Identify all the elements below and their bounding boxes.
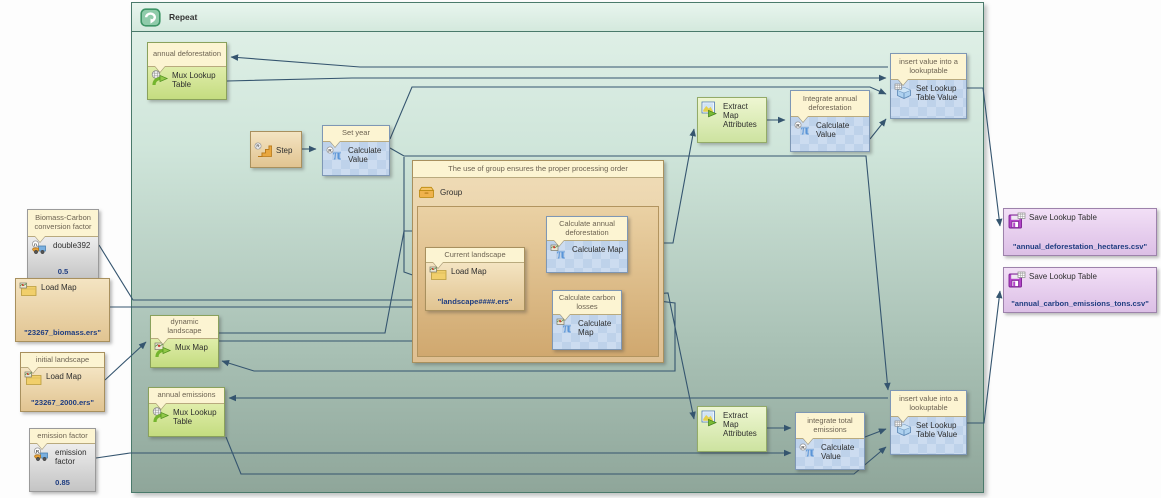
node-label: Calculate Value xyxy=(821,442,862,461)
dynamic-landscape-node[interactable]: dynamic landscape Mux Map xyxy=(150,315,219,368)
node-label: Step xyxy=(276,145,292,155)
set-lookup-table-value-icon xyxy=(894,83,913,100)
number-r-icon: R xyxy=(33,447,52,463)
set-year-node[interactable]: Set yearπRCalculate Value xyxy=(322,125,390,176)
node-header: annual deforestation xyxy=(148,43,226,67)
node-label: Extract Map Attributes xyxy=(723,410,764,439)
calculate-value-icon: πR xyxy=(326,145,345,162)
node-label: double392 xyxy=(53,240,90,250)
node-label: Mux Lookup Table xyxy=(172,70,224,89)
diagram-canvas: Repeat annual deforestation Mux Lookup Ta… xyxy=(0,0,1161,498)
current-landscape-node[interactable]: Current landscape Load Map "landscape####.… xyxy=(425,247,525,311)
number-n-icon: n xyxy=(31,240,50,256)
insert-value-lookuptable-bottom-node[interactable]: insert value into a lookuptable Set Looku… xyxy=(890,390,967,455)
node-label: Mux Lookup Table xyxy=(173,407,222,426)
node-header: dynamic landscape xyxy=(151,316,218,339)
step-icon: R xyxy=(254,142,273,158)
repeat-icon xyxy=(140,8,161,27)
node-label: emission factor xyxy=(55,447,93,466)
node-header: annual emissions xyxy=(149,388,224,404)
node-header: The use of group ensures the proper proc… xyxy=(413,161,663,178)
calculate-carbon-losses-node[interactable]: Calculate carbon losses πCalculate Map xyxy=(552,290,622,350)
node-header: Biomass-Carbon conversion factor xyxy=(28,210,98,237)
node-label: Set Lookup Table Value xyxy=(916,83,964,102)
node-header: emission factor xyxy=(30,429,95,444)
node-header: Set year xyxy=(323,126,389,142)
node-value: 0.85 xyxy=(30,478,95,487)
node-label: Calculate Map xyxy=(578,318,619,337)
node-label: Calculate Value xyxy=(348,145,387,164)
integrate-annual-deforestation-node[interactable]: Integrate annual deforestationπRCalculat… xyxy=(790,90,870,152)
node-label: Load Map xyxy=(46,371,82,381)
annual-deforestation-mux-node[interactable]: annual deforestation Mux Lookup Table xyxy=(147,42,227,100)
node-header: Integrate annual deforestation xyxy=(791,91,869,117)
extract-map-attributes-icon xyxy=(701,101,720,118)
node-value: "23267_biomass.ers" xyxy=(16,328,109,337)
node-label: Load Map xyxy=(451,266,487,276)
save-lookup-table-emissions-node[interactable]: Save Lookup Table "annual_carbon_emission… xyxy=(1003,267,1157,313)
node-header: Current landscape xyxy=(426,248,524,263)
node-value: "annual_carbon_emissions_tons.csv" xyxy=(1004,299,1156,308)
emission-factor-node[interactable]: emission factor Remission factor 0.85 xyxy=(29,428,96,492)
group-icon xyxy=(417,185,436,200)
node-label: Group xyxy=(440,187,462,197)
biomass-carbon-conversion-factor-node[interactable]: Biomass-Carbon conversion factor n double3… xyxy=(27,209,99,281)
repeat-container-header: Repeat xyxy=(132,3,983,32)
node-value: "annual_deforestation_hectares.csv" xyxy=(1004,242,1156,251)
load-map-icon xyxy=(24,371,43,386)
svg-text:π: π xyxy=(806,445,815,460)
svg-text:R: R xyxy=(796,123,800,129)
node-label: Save Lookup Table xyxy=(1029,212,1097,222)
mux-map-icon xyxy=(154,342,172,359)
save-lookup-table-icon xyxy=(1007,271,1026,288)
node-label: Save Lookup Table xyxy=(1029,271,1097,281)
node-label: Extract Map Attributes xyxy=(723,101,764,130)
extract-map-attributes-icon xyxy=(701,410,720,427)
calculate-map-icon: π xyxy=(556,318,575,335)
set-lookup-table-value-icon xyxy=(894,420,913,437)
svg-text:R: R xyxy=(36,449,40,455)
save-lookup-table-icon xyxy=(1007,212,1026,229)
repeat-label: Repeat xyxy=(169,12,197,22)
node-label: Calculate Map xyxy=(572,244,623,254)
calculate-value-icon: πR xyxy=(794,120,813,137)
node-header: initial landscape xyxy=(21,353,104,368)
initial-landscape-node[interactable]: initial landscape Load Map "23267_2000.ers… xyxy=(20,352,105,412)
mux-lookup-table-icon xyxy=(151,70,169,87)
integrate-total-emissions-node[interactable]: integrate total emissionsπRCalculate Val… xyxy=(795,412,865,470)
node-value: 0.5 xyxy=(28,267,98,276)
annual-emissions-node[interactable]: annual emissions Mux Lookup Table xyxy=(148,387,225,437)
load-map-icon xyxy=(19,282,38,297)
calculate-annual-deforestation-node[interactable]: Calculate annual deforestation πCalculate… xyxy=(546,216,628,273)
node-header: insert value into a lookuptable xyxy=(891,54,966,80)
node-header: Calculate carbon losses xyxy=(553,291,621,315)
node-label: Set Lookup Table Value xyxy=(916,420,964,439)
calculate-value-icon: πR xyxy=(799,442,818,459)
node-value: "landscape####.ers" xyxy=(426,297,524,306)
svg-text:R: R xyxy=(328,148,332,154)
node-header: integrate total emissions xyxy=(796,413,864,439)
node-label: Mux Map xyxy=(175,342,208,352)
node-label: Calculate Value xyxy=(816,120,867,139)
node-label: Load Map xyxy=(41,282,77,292)
load-map-icon xyxy=(429,266,448,281)
mux-lookup-table-icon xyxy=(152,407,170,424)
insert-value-lookuptable-top-node[interactable]: insert value into a lookuptable Set Looku… xyxy=(890,53,967,119)
extract-map-attributes-top-node[interactable]: Extract Map Attributes xyxy=(697,97,767,143)
node-header: insert value into a lookuptable xyxy=(891,391,966,417)
svg-text:R: R xyxy=(256,144,260,150)
svg-text:π: π xyxy=(333,148,342,163)
load-map-biomass-node[interactable]: Load Map "23267_biomass.ers" xyxy=(15,278,110,342)
svg-text:n: n xyxy=(34,243,37,248)
node-value: "23267_2000.ers" xyxy=(21,398,104,407)
svg-text:π: π xyxy=(801,123,810,138)
step-node[interactable]: R Step xyxy=(250,131,302,168)
extract-map-attributes-bottom-node[interactable]: Extract Map Attributes xyxy=(697,406,767,452)
svg-text:R: R xyxy=(801,445,805,451)
node-header: Calculate annual deforestation xyxy=(547,217,627,241)
save-lookup-table-deforestation-node[interactable]: Save Lookup Table "annual_deforestation_h… xyxy=(1003,208,1157,256)
calculate-map-icon: π xyxy=(550,244,569,261)
